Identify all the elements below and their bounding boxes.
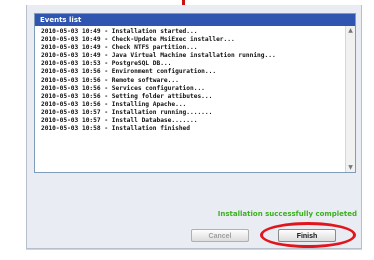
event-log-list: 2010-05-03 10:49 - Installation started.… xyxy=(41,28,341,133)
log-entry: 2010-05-03 10:57 - Installation running.… xyxy=(41,108,213,116)
log-entry: 2010-05-03 10:56 - Setting folder attibu… xyxy=(41,92,213,100)
log-entry: 2010-05-03 10:56 - Services configuratio… xyxy=(41,84,205,92)
cancel-button[interactable]: Cancel xyxy=(191,229,249,242)
status-message: Installation successfully completed xyxy=(217,210,357,218)
log-entry: 2010-05-03 10:49 - Java Virtual Machine … xyxy=(41,52,276,60)
events-list-title: Events list xyxy=(35,14,355,26)
log-entry: 2010-05-03 10:57 - Install Database.....… xyxy=(41,117,198,125)
installer-window: Events list 2010-05-03 10:49 - Installat… xyxy=(26,5,362,249)
log-entry: 2010-05-03 10:56 - Installing Apache... xyxy=(41,100,187,108)
log-entry: 2010-05-03 10:49 - Installation started.… xyxy=(41,28,198,35)
finish-button[interactable]: Finish xyxy=(278,229,336,242)
log-entry: 2010-05-03 10:58 - Installation finished xyxy=(41,125,191,133)
scroll-down-icon[interactable]: ▼ xyxy=(346,163,355,172)
log-entry: 2010-05-03 10:56 - Remote software... xyxy=(41,76,179,84)
log-entry: 2010-05-03 10:56 - Environment configura… xyxy=(41,68,217,76)
events-list-body[interactable]: 2010-05-03 10:49 - Installation started.… xyxy=(35,26,355,172)
events-list-panel: Events list 2010-05-03 10:49 - Installat… xyxy=(34,13,356,173)
log-entry: 2010-05-03 10:49 - Check-Update MsiExec … xyxy=(41,36,235,44)
scroll-up-icon[interactable]: ▲ xyxy=(346,26,355,35)
events-scrollbar[interactable]: ▲ ▼ xyxy=(345,26,355,172)
